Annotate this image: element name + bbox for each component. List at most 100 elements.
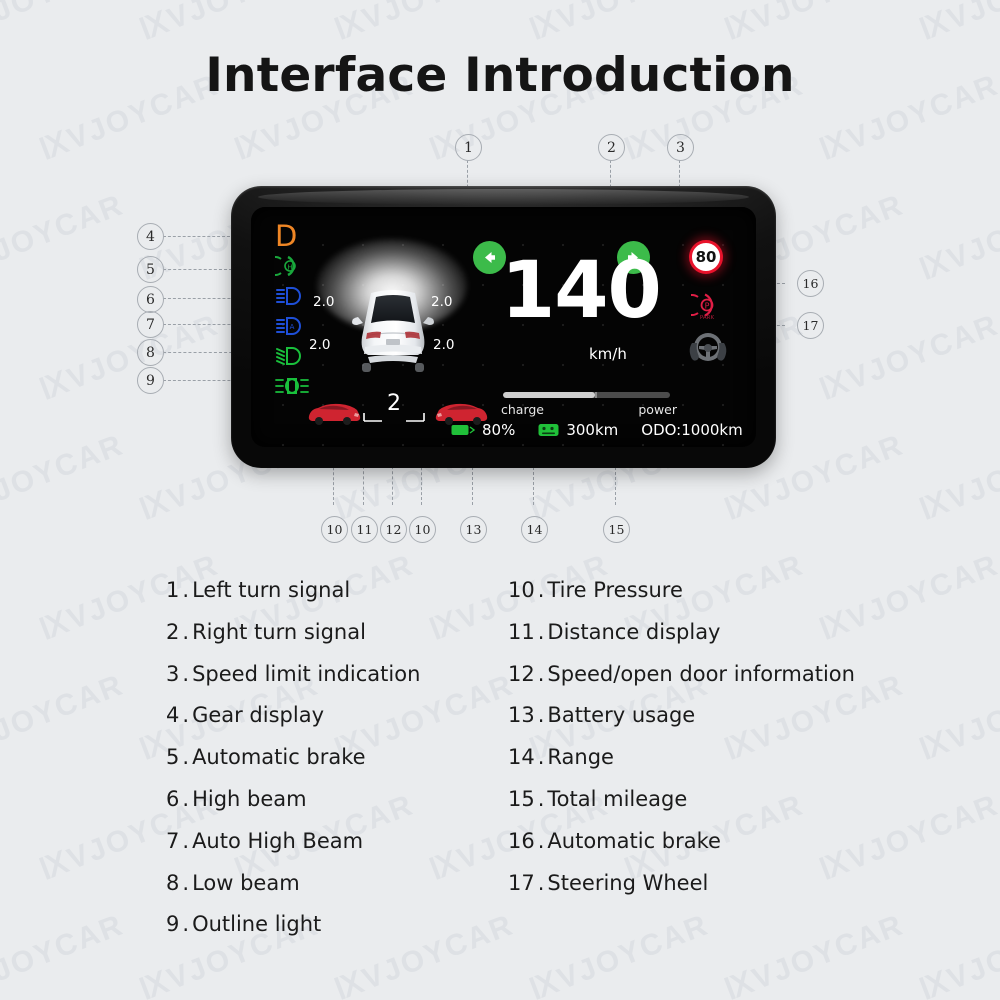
legend-item-number: 6 xyxy=(166,786,180,811)
callout-2: 2 xyxy=(598,134,625,161)
watermark-text: ⅨVJOYCAR xyxy=(720,908,909,1000)
high-beam-glyph xyxy=(276,287,301,305)
legend-left-item: 3. Speed limit indication xyxy=(166,662,420,704)
legend-item-number: 13 xyxy=(508,703,535,728)
car-scene: 2.0 2.0 2.0 2.0 2 xyxy=(308,233,489,438)
distance-display: 2 xyxy=(361,391,427,427)
callout-9: 9 xyxy=(137,367,164,394)
legend-item-separator: . xyxy=(537,619,545,644)
callout-17: 17 xyxy=(797,312,824,339)
legend-item-number: 16 xyxy=(508,828,535,853)
legend-item-separator: . xyxy=(182,828,190,853)
legend-item-number: 14 xyxy=(508,745,535,770)
legend-item-label: Left turn signal xyxy=(192,578,351,602)
legend-item-separator: . xyxy=(537,578,545,602)
legend-right-item: 13. Battery usage xyxy=(508,703,855,745)
legend-item-separator: . xyxy=(537,828,545,853)
steering-wheel-icon xyxy=(689,333,727,361)
legend-item-number: 3 xyxy=(166,661,180,686)
watermark-text: ⅨVJOYCAR xyxy=(0,668,129,767)
legend-item-separator: . xyxy=(182,912,190,937)
callout-14: 14 xyxy=(521,516,548,543)
callout-16: 16 xyxy=(797,270,824,297)
gear-display-value: D xyxy=(275,218,298,253)
callout-4: 4 xyxy=(137,223,164,250)
charge-power-labels: charge power xyxy=(489,402,689,417)
legend-item-label: High beam xyxy=(192,786,307,811)
status-bar: 80% 300km ODO:1000km xyxy=(451,421,743,439)
legend-item-separator: . xyxy=(182,786,190,811)
callout-3: 3 xyxy=(667,134,694,161)
tire-pressure-rear-right: 2.0 xyxy=(433,337,455,353)
charge-power-bar xyxy=(503,392,670,398)
watermark-text: ⅨVJOYCAR xyxy=(135,0,324,48)
legend-item-separator: . xyxy=(182,745,190,770)
legend-item-number: 12 xyxy=(508,661,535,686)
legend-item-label: Speed limit indication xyxy=(192,661,421,686)
power-label: power xyxy=(638,402,677,417)
legend-column-left: 1. Left turn signal 2. Right turn signal 3. S… xyxy=(166,578,420,954)
park-brake-label: PARK xyxy=(700,315,715,321)
callout-15: 15 xyxy=(603,516,630,543)
legend-item-label: Automatic brake xyxy=(192,745,366,770)
tire-pressure-rear-left: 2.0 xyxy=(309,337,331,353)
watermark-text: ⅨVJOYCAR xyxy=(0,0,129,48)
legend-item-number: 8 xyxy=(166,870,180,895)
legend-right-item: 12. Speed/open door information xyxy=(508,662,855,704)
watermark-text: ⅨVJOYCAR xyxy=(330,0,519,48)
charge-power-marker xyxy=(594,392,597,398)
speed-value: 140 xyxy=(501,246,662,336)
callout-5: 5 xyxy=(137,256,164,283)
callout-10: 10 xyxy=(321,516,348,543)
callout-10b: 10 xyxy=(409,516,436,543)
legend-item-number: 1 xyxy=(166,578,180,602)
auto-high-beam-glyph: A xyxy=(276,317,301,335)
legend-right-item: 10. Tire Pressure xyxy=(508,578,855,620)
watermark-text: ⅨVJOYCAR xyxy=(915,908,1000,1000)
page-title: Interface Introduction xyxy=(205,48,795,103)
callout-8: 8 xyxy=(137,339,164,366)
legend-item-label: Total mileage xyxy=(547,786,688,811)
battery-percent: 80% xyxy=(482,421,516,439)
watermark-text: ⅨVJOYCAR xyxy=(35,308,224,407)
legend-item-separator: . xyxy=(537,870,545,895)
tire-pressure-front-left: 2.0 xyxy=(313,294,335,310)
legend-left-item: 9. Outline light xyxy=(166,912,420,954)
svg-text:A: A xyxy=(290,323,295,331)
charge-label: charge xyxy=(501,402,544,417)
adjacent-vehicle-left-icon xyxy=(308,403,361,425)
low-beam-glyph xyxy=(276,347,301,365)
legend-right-item: 16. Automatic brake xyxy=(508,829,855,871)
callout-13: 13 xyxy=(460,516,487,543)
legend-item-label: Right turn signal xyxy=(192,619,366,644)
park-brake-icon: P PARK xyxy=(691,293,715,321)
legend-item-label: Gear display xyxy=(192,703,324,728)
legend-item-label: Outline light xyxy=(192,912,322,937)
legend-item-number: 4 xyxy=(166,703,180,728)
legend-item-separator: . xyxy=(182,870,190,895)
legend-item-number: 17 xyxy=(508,870,535,895)
legend-left-item: 4. Gear display xyxy=(166,703,420,745)
legend-item-separator: . xyxy=(182,619,190,644)
speed-limit-indication-icon: 80 xyxy=(689,240,723,274)
legend-left-item: 8. Low beam xyxy=(166,871,420,913)
range-value: 300km xyxy=(566,421,619,439)
hud-device: D H A 2.0 2.0 2.0 2.0 2 140 km/h charge … xyxy=(231,186,776,468)
legend-item-separator: . xyxy=(537,661,545,686)
legend-item-number: 7 xyxy=(166,828,180,853)
watermark-text: ⅨVJOYCAR xyxy=(525,908,714,1000)
svg-text:H: H xyxy=(287,264,292,272)
watermark-text: ⅨVJOYCAR xyxy=(915,428,1000,527)
ego-vehicle-icon xyxy=(352,290,434,372)
watermark-text: ⅨVJOYCAR xyxy=(0,188,129,287)
legend-left-item: 1. Left turn signal xyxy=(166,578,420,620)
legend-item-number: 5 xyxy=(166,745,180,770)
callout-11: 11 xyxy=(351,516,378,543)
legend-item-label: Auto High Beam xyxy=(192,828,364,853)
charge-power-fill xyxy=(503,392,595,398)
watermark-text: ⅨVJOYCAR xyxy=(720,0,909,48)
legend-item-label: Range xyxy=(547,745,614,770)
odometer-value: ODO:1000km xyxy=(641,421,743,439)
callout-12: 12 xyxy=(380,516,407,543)
legend-right-item: 17. Steering Wheel xyxy=(508,871,855,913)
